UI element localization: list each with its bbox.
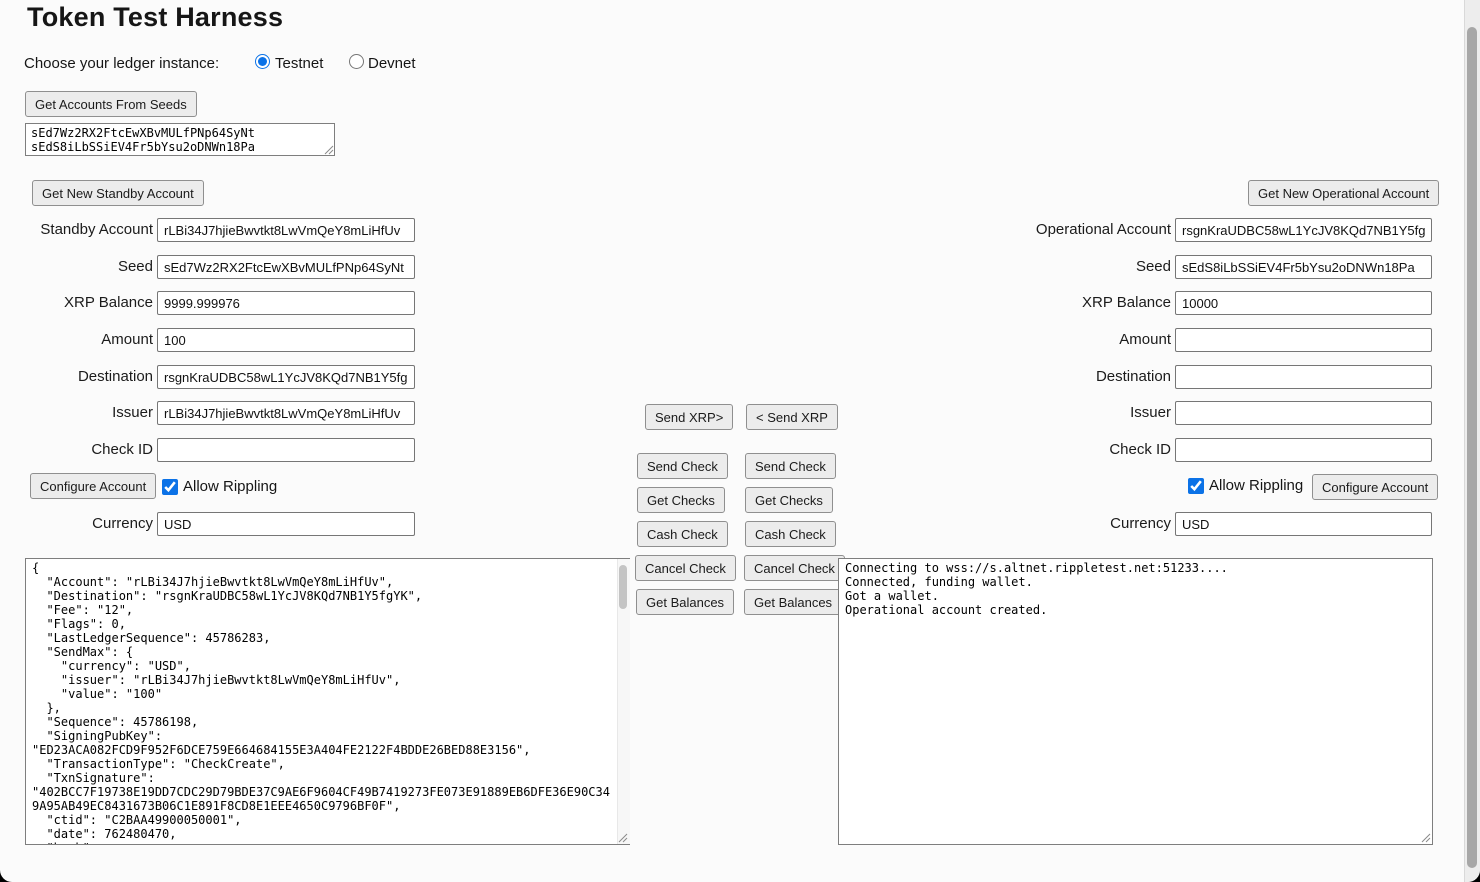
standby-get-balances-button[interactable]: Get Balances [636, 589, 734, 615]
operational-account-label: Operational Account [971, 218, 1171, 242]
operational-xrp-balance-label: XRP Balance [971, 291, 1171, 315]
operational-seed-label: Seed [971, 255, 1171, 279]
standby-send-check-button[interactable]: Send Check [637, 453, 728, 479]
standby-destination-label: Destination [0, 365, 153, 389]
standby-account-label: Standby Account [0, 218, 153, 242]
token-test-harness-page: Token Test Harness Choose your ledger in… [0, 0, 1480, 882]
operational-amount-input[interactable] [1175, 328, 1432, 352]
operational-results-textarea[interactable]: Connecting to wss://s.altnet.rippletest.… [838, 558, 1433, 845]
standby-get-checks-button[interactable]: Get Checks [637, 487, 725, 513]
standby-results-textarea[interactable]: { "Account": "rLBi34J7hjieBwvtkt8LwVmQeY… [25, 558, 630, 845]
operational-get-checks-button[interactable]: Get Checks [745, 487, 833, 513]
radio-testnet-label[interactable]: Testnet [275, 54, 323, 74]
standby-amount-input[interactable] [157, 328, 415, 352]
page-scrollbar-track[interactable] [1464, 0, 1480, 882]
operational-account-input[interactable] [1175, 218, 1432, 242]
standby-cancel-check-button[interactable]: Cancel Check [635, 555, 736, 581]
operational-check-id-label: Check ID [971, 438, 1171, 462]
scrollbar-thumb[interactable] [619, 565, 627, 609]
get-accounts-from-seeds-button[interactable]: Get Accounts From Seeds [25, 91, 197, 117]
standby-xrp-balance-input[interactable] [157, 291, 415, 315]
standby-allow-rippling-label[interactable]: Allow Rippling [183, 477, 277, 497]
page-title: Token Test Harness [27, 2, 283, 33]
operational-amount-label: Amount [971, 328, 1171, 352]
radio-devnet[interactable] [349, 54, 364, 69]
standby-issuer-input[interactable] [157, 401, 415, 425]
ledger-instance-label: Choose your ledger instance: [24, 54, 219, 74]
standby-currency-input[interactable] [157, 512, 415, 536]
standby-configure-account-button[interactable]: Configure Account [30, 473, 156, 499]
standby-xrp-balance-label: XRP Balance [0, 291, 153, 315]
operational-currency-label: Currency [971, 512, 1171, 536]
standby-results-scrollbar[interactable] [617, 559, 630, 844]
get-new-operational-account-button[interactable]: Get New Operational Account [1248, 180, 1439, 206]
operational-send-check-button[interactable]: Send Check [745, 453, 836, 479]
standby-send-xrp-button[interactable]: Send XRP> [645, 404, 733, 430]
standby-check-id-label: Check ID [0, 438, 153, 462]
operational-allow-rippling-label[interactable]: Allow Rippling [1209, 476, 1303, 496]
standby-allow-rippling-checkbox[interactable] [162, 479, 178, 495]
resize-grip-icon[interactable] [1421, 833, 1431, 843]
operational-destination-label: Destination [971, 365, 1171, 389]
operational-issuer-input[interactable] [1175, 401, 1432, 425]
standby-issuer-label: Issuer [0, 401, 153, 425]
operational-cash-check-button[interactable]: Cash Check [745, 521, 836, 547]
radio-testnet[interactable] [255, 54, 270, 69]
operational-check-id-input[interactable] [1175, 438, 1432, 462]
standby-amount-label: Amount [0, 328, 153, 352]
operational-xrp-balance-input[interactable] [1175, 291, 1432, 315]
operational-send-xrp-button[interactable]: < Send XRP [746, 404, 838, 430]
operational-issuer-label: Issuer [971, 401, 1171, 425]
standby-account-input[interactable] [157, 218, 415, 242]
standby-seed-label: Seed [0, 255, 153, 279]
operational-destination-input[interactable] [1175, 365, 1432, 389]
get-new-standby-account-button[interactable]: Get New Standby Account [32, 180, 204, 206]
resize-grip-icon[interactable] [618, 833, 628, 843]
radio-devnet-label[interactable]: Devnet [368, 54, 416, 74]
standby-currency-label: Currency [0, 512, 153, 536]
operational-get-balances-button[interactable]: Get Balances [744, 589, 842, 615]
standby-check-id-input[interactable] [157, 438, 415, 462]
page-scrollbar-thumb[interactable] [1467, 27, 1477, 868]
standby-destination-input[interactable] [157, 365, 415, 389]
standby-seed-input[interactable] [157, 255, 415, 279]
seeds-textarea[interactable]: sEd7Wz2RX2FtcEwXBvMULfPNp64SyNt sEdS8iLb… [25, 123, 335, 156]
operational-allow-rippling-checkbox[interactable] [1188, 478, 1204, 494]
operational-cancel-check-button[interactable]: Cancel Check [744, 555, 845, 581]
standby-cash-check-button[interactable]: Cash Check [637, 521, 728, 547]
operational-seed-input[interactable] [1175, 255, 1432, 279]
operational-currency-input[interactable] [1175, 512, 1432, 536]
operational-configure-account-button[interactable]: Configure Account [1312, 474, 1438, 500]
resize-grip-icon[interactable] [324, 145, 334, 155]
